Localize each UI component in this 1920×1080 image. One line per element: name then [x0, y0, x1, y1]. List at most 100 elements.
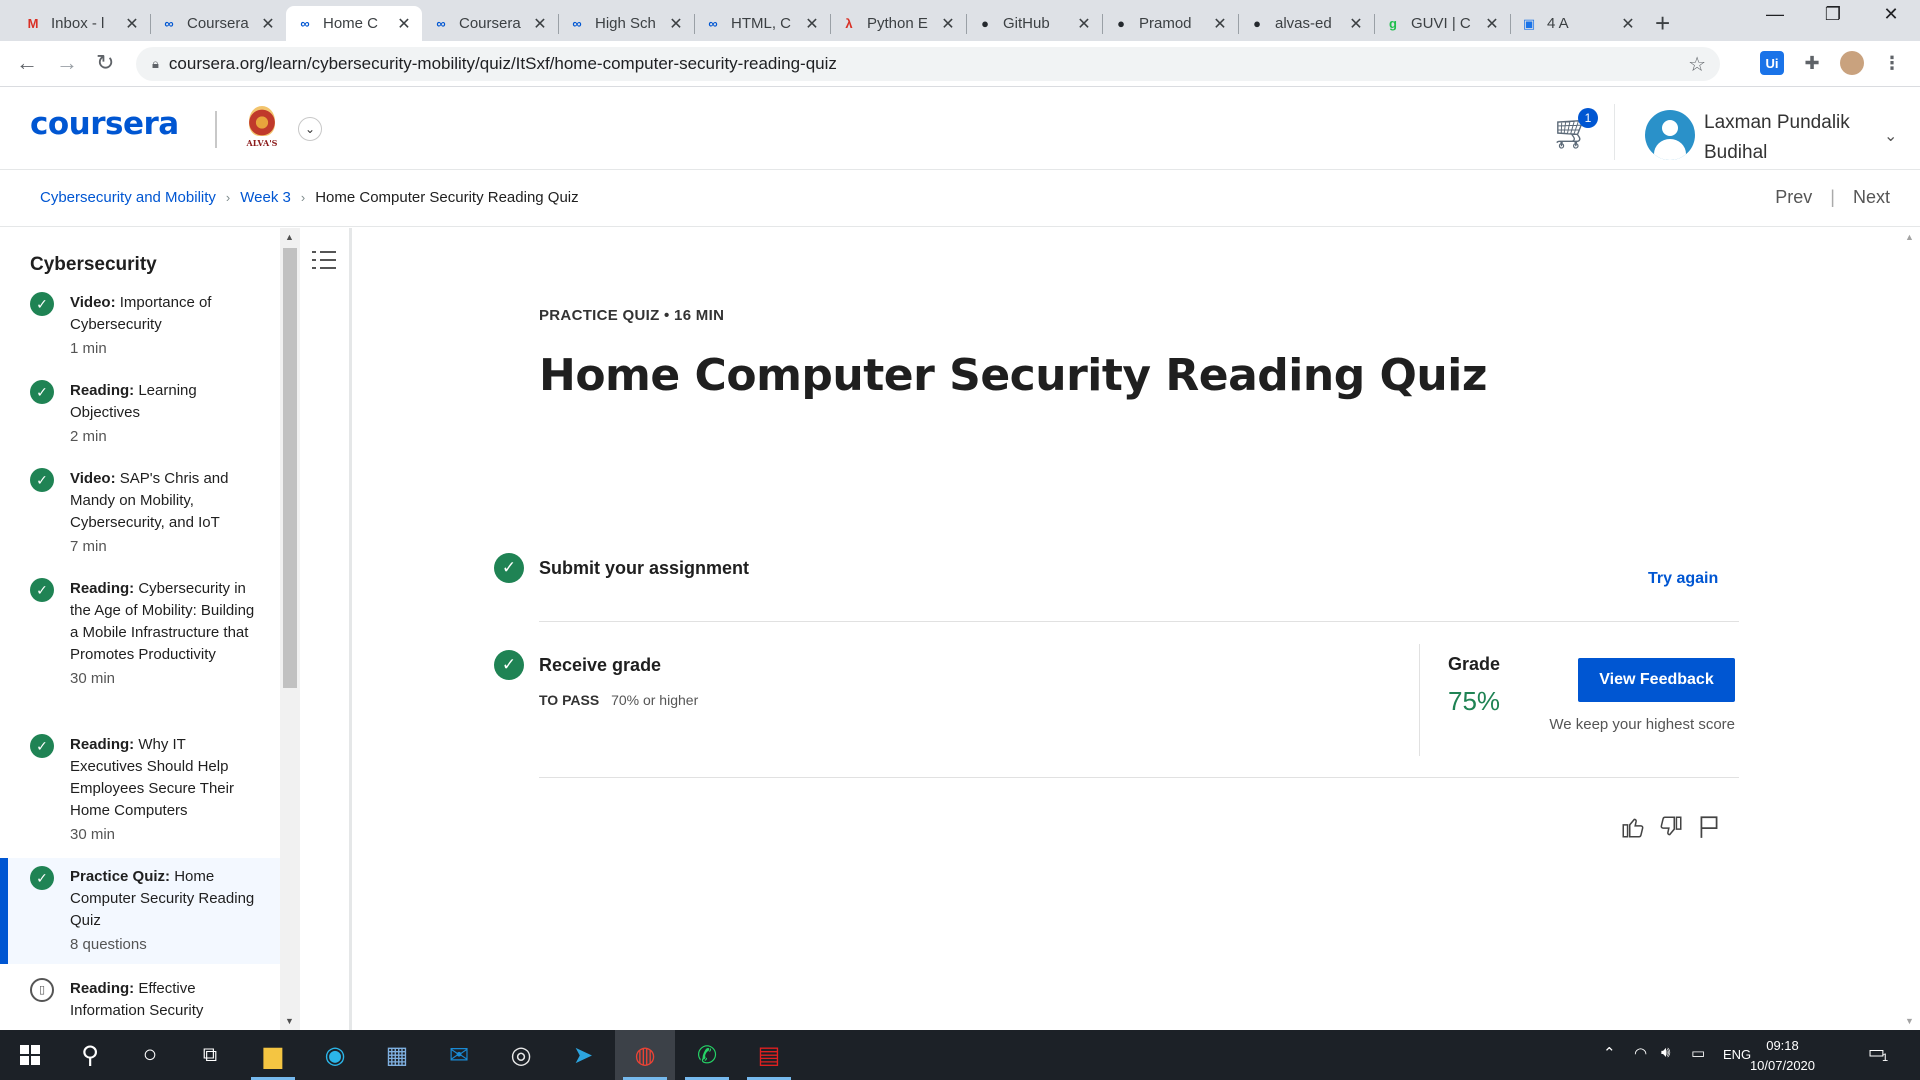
close-tab-icon[interactable]: ✕ [1620, 14, 1636, 34]
scroll-up-arrow-icon[interactable]: ▲ [1905, 232, 1914, 242]
close-tab-icon[interactable]: ✕ [1076, 14, 1092, 34]
tab-separator [1102, 14, 1103, 34]
uipath-extension-icon[interactable]: Ui [1760, 51, 1784, 75]
browser-tab[interactable]: λ Python E ✕ [830, 6, 966, 41]
close-tab-icon[interactable]: ✕ [396, 14, 412, 34]
close-tab-icon[interactable]: ✕ [532, 14, 548, 34]
close-tab-icon[interactable]: ✕ [940, 14, 956, 34]
windows-taskbar: ⚲ ○ ⧉ ▆ ◉ ▦ ✉ ◎ ➤ ◍ ✆ ▤ ⌃ ◠ 🔊︎ ▭ ENG 09:… [0, 1030, 1920, 1080]
scroll-up-arrow-icon[interactable]: ▲ [285, 232, 294, 242]
forward-icon[interactable]: → [56, 50, 78, 76]
search-icon[interactable]: ⚲ [60, 1030, 120, 1080]
browser-tab[interactable]: g GUVI | C ✕ [1374, 6, 1510, 41]
browser-tab[interactable]: ● Pramod ✕ [1102, 6, 1238, 41]
network-icon[interactable]: ◠ [1634, 1044, 1647, 1062]
close-tab-icon[interactable]: ✕ [1212, 14, 1228, 34]
grade-divider [1419, 644, 1420, 756]
coursera-logo[interactable]: coursera [30, 106, 179, 142]
user-menu-chevron-icon[interactable]: ⌄ [1884, 126, 1897, 146]
browser-tab[interactable]: ∞ HTML, C ✕ [694, 6, 830, 41]
browser-tab[interactable]: ▣ 4 A ✕ [1510, 6, 1646, 41]
close-tab-icon[interactable]: ✕ [1484, 14, 1500, 34]
sidebar-lesson-item[interactable]: ✓ Reading: Why IT Executives Should Help … [0, 734, 280, 846]
profile-avatar-icon[interactable] [1840, 51, 1864, 75]
browser-tab[interactable]: ∞ Home C ✕ [286, 6, 422, 41]
volume-icon[interactable]: 🔊︎ [1661, 1044, 1670, 1061]
back-icon[interactable]: ← [16, 50, 38, 76]
sidebar-lesson-item[interactable]: ✓ Practice Quiz: Home Computer Security R… [0, 858, 280, 964]
user-name[interactable]: Laxman Pundalik Budihal [1704, 108, 1884, 168]
scroll-down-arrow-icon[interactable]: ▼ [1905, 1016, 1914, 1026]
reload-icon[interactable]: ↻ [96, 50, 114, 76]
tab-separator [1374, 14, 1375, 34]
close-tab-icon[interactable]: ✕ [1348, 14, 1364, 34]
lesson-type: Reading: [70, 382, 135, 399]
battery-icon[interactable]: ▭ [1691, 1044, 1705, 1062]
sidebar-scrollbar-thumb[interactable] [283, 248, 297, 688]
sidebar-lesson-item[interactable]: ✓ Reading: Cybersecurity in the Age of Mo… [0, 578, 280, 690]
restore-icon[interactable]: ❐ [1808, 4, 1858, 25]
next-link[interactable]: Next [1853, 187, 1890, 208]
media-player-icon[interactable]: ◎ [491, 1030, 551, 1080]
list-toggle-icon[interactable] [312, 248, 336, 272]
lesson-type: Reading: [70, 736, 135, 753]
tab-separator [966, 14, 967, 34]
close-window-icon[interactable]: ✕ [1866, 4, 1916, 25]
bookmark-star-icon[interactable]: ☆ [1688, 52, 1706, 77]
org-switcher-chevron-icon[interactable]: ⌄ [298, 117, 322, 141]
browser-tab[interactable]: ∞ Coursera ✕ [422, 6, 558, 41]
main-scrollbar[interactable]: ▲ ▼ [1900, 228, 1920, 1030]
url-text[interactable]: coursera.org/learn/cybersecurity-mobilit… [169, 54, 837, 74]
lesson-text: Practice Quiz: Home Computer Security Re… [70, 866, 260, 932]
close-tab-icon[interactable]: ✕ [804, 14, 820, 34]
browser-tab[interactable]: ∞ Coursera ✕ [150, 6, 286, 41]
flag-icon[interactable] [1696, 814, 1722, 840]
alvas-org-logo[interactable]: ALVA'S [244, 106, 280, 152]
whatsapp-icon[interactable]: ✆ [677, 1030, 737, 1080]
new-tab-button[interactable]: + [1655, 8, 1670, 39]
mail-icon[interactable]: ✉ [429, 1030, 489, 1080]
windows-start-icon[interactable] [0, 1030, 60, 1080]
browser-tab[interactable]: M Inbox - l ✕ [14, 6, 150, 41]
clock-date: 10/07/2020 [1749, 1058, 1816, 1073]
breadcrumb: Cybersecurity and Mobility › Week 3 › Ho… [40, 189, 579, 206]
taskbar-clock[interactable]: 09:18 10/07/2020 [1745, 1036, 1820, 1076]
view-feedback-button[interactable]: View Feedback [1578, 658, 1735, 702]
try-again-button[interactable]: Try again [1648, 570, 1718, 588]
breadcrumb-week[interactable]: Week 3 [240, 189, 291, 206]
minimize-icon[interactable]: — [1750, 4, 1800, 25]
file-explorer-icon[interactable]: ▆ [243, 1030, 303, 1080]
scroll-down-arrow-icon[interactable]: ▼ [285, 1016, 294, 1026]
edge-icon[interactable]: ◉ [305, 1030, 365, 1080]
browser-tab[interactable]: ● alvas-ed ✕ [1238, 6, 1374, 41]
chrome-menu-icon[interactable]: ⋮ [1880, 51, 1904, 75]
chrome-icon[interactable]: ◍ [615, 1030, 675, 1080]
extensions-puzzle-icon[interactable]: ✚ [1800, 51, 1824, 75]
sidebar-lesson-item[interactable]: ✓ Reading: Learning Objectives 2 min [0, 380, 280, 448]
browser-tab[interactable]: ● GitHub ✕ [966, 6, 1102, 41]
close-tab-icon[interactable]: ✕ [124, 14, 140, 34]
task-view-icon[interactable]: ⧉ [180, 1030, 240, 1080]
sidebar-lesson-item[interactable]: ▯ Reading: Effective Information Security [0, 978, 280, 1022]
address-bar[interactable]: 🔒︎ coursera.org/learn/cybersecurity-mobi… [136, 47, 1720, 81]
prev-link[interactable]: Prev [1775, 187, 1812, 208]
close-tab-icon[interactable]: ✕ [668, 14, 684, 34]
browser-tab[interactable]: ∞ High Sch ✕ [558, 6, 694, 41]
telegram-icon[interactable]: ➤ [553, 1030, 613, 1080]
cortana-icon[interactable]: ○ [120, 1030, 180, 1080]
sidebar-scrollbar[interactable]: ▲ ▼ [280, 228, 300, 1030]
thumbs-down-icon[interactable] [1658, 814, 1684, 840]
lesson-type: Practice Quiz: [70, 868, 171, 885]
sidebar-lesson-item[interactable]: ✓ Video: Importance of Cybersecurity 1 min [0, 292, 280, 360]
user-avatar[interactable] [1645, 110, 1695, 160]
lesson-type: Video: [70, 294, 116, 311]
thumbs-up-icon[interactable] [1620, 814, 1646, 840]
tab-separator [558, 14, 559, 34]
close-tab-icon[interactable]: ✕ [260, 14, 276, 34]
breadcrumb-course[interactable]: Cybersecurity and Mobility [40, 189, 216, 206]
acrobat-icon[interactable]: ▤ [739, 1030, 799, 1080]
show-hidden-icons-icon[interactable]: ⌃ [1603, 1044, 1616, 1062]
pass-requirement: TO PASS 70% or higher [539, 692, 698, 708]
sidebar-lesson-item[interactable]: ✓ Video: SAP's Chris and Mandy on Mobilit… [0, 468, 280, 558]
store-icon[interactable]: ▦ [367, 1030, 427, 1080]
